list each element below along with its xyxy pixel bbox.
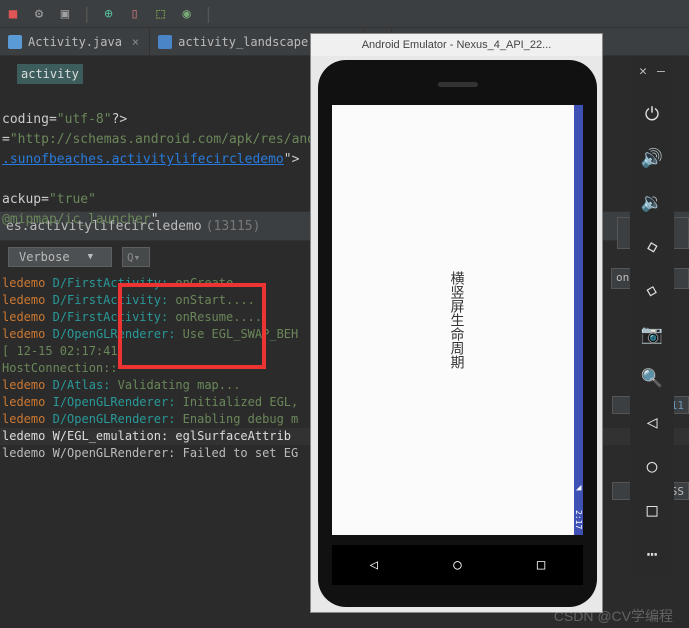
volume-up-icon[interactable]: 🔊 (639, 145, 665, 171)
stop-icon[interactable]: ■ (4, 5, 22, 23)
volume-down-icon[interactable]: 🔉 (639, 189, 665, 215)
power-icon[interactable]: ⏻ (639, 101, 665, 127)
back-icon[interactable]: ◁ (370, 557, 378, 573)
emulator-title: Android Emulator - Nexus_4_API_22... (311, 34, 602, 56)
xml-icon (158, 35, 172, 49)
camera-icon[interactable]: 📷 (639, 321, 665, 347)
home-icon[interactable]: ○ (453, 557, 461, 573)
search-input[interactable]: Q▾ (122, 247, 150, 267)
phone-screen[interactable]: 横竖屏生命周期 2:17 ◢ (332, 105, 583, 535)
tab-activity-java[interactable]: Activity.java × (0, 29, 150, 55)
status-bar: 2:17 ◢ (574, 105, 583, 535)
breadcrumb-tag: activity (17, 64, 83, 84)
more-icon[interactable]: ⋯ (639, 541, 665, 567)
minimize-icon[interactable]: — (657, 64, 665, 79)
tool-icon-2[interactable]: ▣ (56, 5, 74, 23)
watermark: CSDN @CV学编程 (554, 606, 673, 626)
tab-label: Activity.java (28, 35, 122, 49)
speaker-icon (438, 82, 478, 87)
java-icon (8, 35, 22, 49)
zoom-icon[interactable]: 🔍 (639, 365, 665, 391)
debug-icon[interactable]: ⊕ (100, 5, 118, 23)
phone-frame: 横竖屏生命周期 2:17 ◢ ◁ ○ □ (318, 60, 597, 607)
rotate-left-icon[interactable]: ◇ (636, 230, 668, 262)
recents-icon[interactable]: □ (537, 557, 545, 573)
clock: 2:17 (574, 510, 583, 529)
overview-icon[interactable]: □ (639, 497, 665, 523)
android-robot-icon[interactable]: ◉ (178, 5, 196, 23)
log-level-select[interactable]: Verbose ▼ (8, 247, 112, 267)
emulator-window[interactable]: Android Emulator - Nexus_4_API_22... 横竖屏… (310, 33, 603, 613)
android-navbar: ◁ ○ □ (332, 545, 583, 585)
back-icon[interactable]: ◁ (639, 409, 665, 435)
rotate-right-icon[interactable]: ◇ (636, 274, 668, 306)
emulator-toolbar: ✕ — ⏻ 🔊 🔉 ◇ ◇ 📷 🔍 ◁ ○ □ ⋯ (630, 56, 674, 575)
device-icon-1[interactable]: ▯ (126, 5, 144, 23)
signal-icon: ◢ (576, 483, 581, 493)
screen-text: 横竖屏生命周期 (448, 271, 468, 369)
android-icon[interactable]: ⬚ (152, 5, 170, 23)
close-icon[interactable]: × (132, 35, 139, 49)
tool-icon-1[interactable]: ⚙ (30, 5, 48, 23)
home-icon[interactable]: ○ (639, 453, 665, 479)
close-icon[interactable]: ✕ (639, 64, 647, 79)
chevron-down-icon: ▼ (88, 252, 93, 262)
